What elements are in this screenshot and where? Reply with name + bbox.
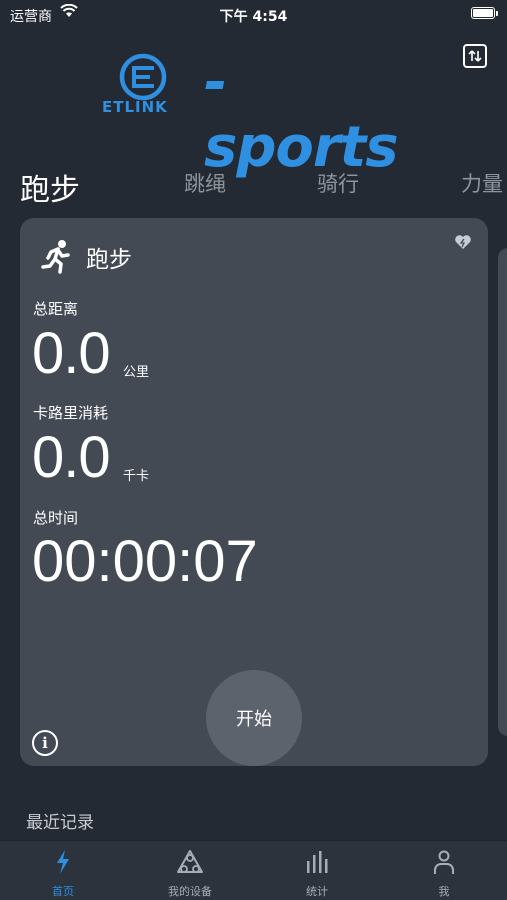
recent-records-title: 最近记录 (26, 813, 94, 833)
running-card: 跑步 总距离 0.0 公里 卡路里消耗 0.0 千卡 总时间 00:00:07 … (20, 218, 488, 766)
tab-me-label: 我 (438, 885, 450, 898)
tab-statistics-label: 统计 (306, 885, 328, 898)
battery-icon (471, 7, 498, 19)
calories-unit: 千卡 (123, 469, 150, 484)
logo-brand: ETLINK (102, 98, 168, 116)
distance-unit: 公里 (123, 365, 150, 380)
tab-my-devices[interactable]: 我的设备 (127, 841, 253, 900)
tab-strength[interactable]: 力量 (461, 168, 503, 198)
duration-value: 00:00:07 (32, 529, 258, 594)
app-logo: ETLINK -sports (100, 50, 410, 180)
tab-statistics[interactable]: 统计 (254, 841, 380, 900)
running-person-icon (41, 240, 70, 274)
tab-home[interactable]: 首页 (0, 841, 126, 900)
start-label: 开始 (236, 709, 272, 730)
tab-jump-rope[interactable]: 跳绳 (184, 168, 226, 198)
sport-tabs: 跑步 跳绳 骑行 力量 (0, 168, 507, 208)
logo-title: -sports (204, 50, 399, 180)
lightning-icon (57, 850, 69, 874)
tab-me[interactable]: 我 (381, 841, 507, 900)
bottom-tab-bar: 首页 我的设备 统计 我 (0, 840, 507, 900)
distance-value: 0.0 (32, 321, 111, 386)
duration-label: 总时间 (33, 509, 79, 527)
swap-button[interactable] (463, 44, 487, 68)
tab-cycling[interactable]: 骑行 (317, 168, 359, 198)
status-time: 下午 4:54 (219, 9, 288, 25)
calories-value: 0.0 (32, 425, 111, 490)
start-button[interactable]: 开始 (206, 670, 302, 766)
info-icon[interactable]: i (32, 730, 58, 756)
card-title: 跑步 (86, 247, 132, 273)
tab-home-label: 首页 (52, 885, 74, 898)
calories-label: 卡路里消耗 (33, 404, 109, 422)
tab-running[interactable]: 跑步 (20, 165, 80, 209)
device-icon (177, 850, 203, 873)
swap-arrows-icon (468, 50, 482, 62)
logo-e-emblem (119, 53, 167, 101)
heart-rate-icon[interactable] (454, 234, 472, 250)
person-icon (434, 850, 454, 874)
tab-my-devices-label: 我的设备 (168, 885, 212, 898)
distance-label: 总距离 (33, 300, 79, 318)
status-bar: 运营商 下午 4:54 (0, 0, 507, 30)
next-card-peek[interactable] (498, 248, 507, 736)
bar-chart-icon (307, 851, 328, 873)
